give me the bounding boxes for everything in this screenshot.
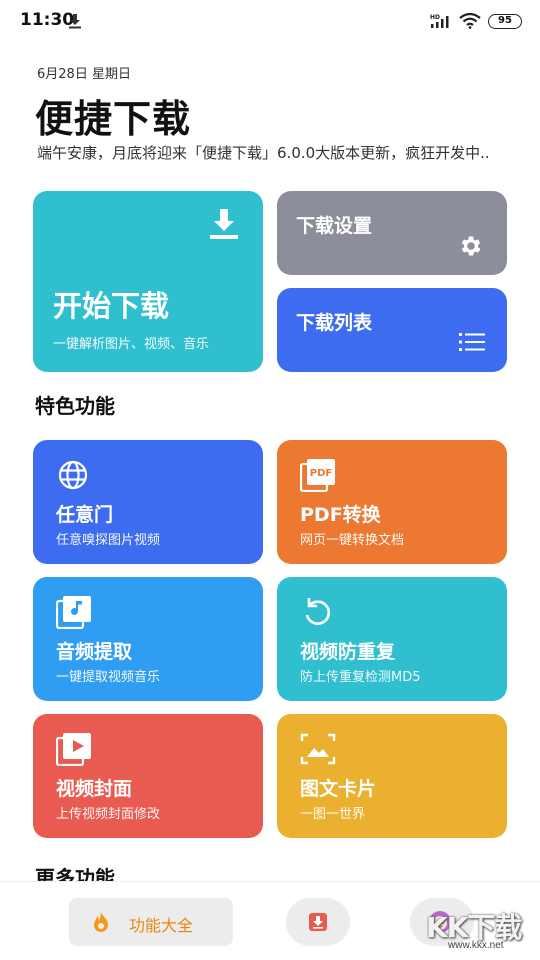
globe-icon — [56, 458, 90, 496]
feature-card-anydoor[interactable]: 任意门 任意嗅探图片视频 — [33, 440, 263, 564]
watermark: KK下载 www.kkx.net — [420, 906, 538, 951]
watermark-url: www.kkx.net — [448, 940, 504, 951]
status-bar: 11:30 HD 95 — [0, 0, 540, 44]
card-subtitle: 一图一世界 — [300, 807, 366, 822]
svg-text:HD: HD — [430, 14, 440, 21]
card-subtitle: 一键提取视频音乐 — [56, 670, 161, 685]
svg-text:PDF: PDF — [310, 468, 332, 479]
card-title: 任意门 — [56, 504, 114, 526]
card-subtitle: 任意嗅探图片视频 — [56, 533, 161, 548]
gear-icon — [458, 233, 484, 263]
card-title: 图文卡片 — [300, 778, 377, 800]
card-title: PDF转换 — [300, 504, 381, 526]
announcement-text: 端午安康，月底将迎来「便捷下载」6.0.0大版本更新，疯狂开发中.. — [37, 144, 490, 162]
feature-card-image-card[interactable]: 图文卡片 一图一世界 — [277, 714, 507, 838]
pdf-icon: PDF — [299, 458, 336, 496]
refresh-icon — [300, 595, 334, 633]
date-label: 6月28日 星期日 — [37, 67, 131, 82]
download-status-icon — [66, 12, 84, 30]
card-title: 下载设置 — [296, 215, 373, 237]
card-title: 开始下载 — [53, 289, 170, 323]
card-subtitle: 防上传重复检测MD5 — [300, 670, 421, 685]
fire-icon — [91, 911, 111, 937]
tab-all-features[interactable]: 功能大全 — [69, 898, 233, 946]
feature-card-video-cover[interactable]: 视频封面 上传视频封面修改 — [33, 714, 263, 838]
image-icon — [300, 732, 336, 770]
card-subtitle: 网页一键转换文档 — [300, 533, 405, 548]
music-library-icon — [55, 595, 92, 633]
wifi-icon — [458, 12, 482, 33]
tab-downloads[interactable] — [286, 898, 350, 946]
page-title: 便捷下载 — [35, 97, 192, 141]
signal-icon: HD — [430, 13, 454, 33]
card-title: 视频防重复 — [300, 641, 396, 663]
start-download-card[interactable]: 开始下载 一键解析图片、视频、音乐 — [33, 191, 263, 372]
list-icon — [458, 330, 486, 358]
video-library-icon — [55, 732, 92, 770]
tab-label: 功能大全 — [129, 916, 194, 935]
feature-card-pdf[interactable]: PDF PDF转换 网页一键转换文档 — [277, 440, 507, 564]
card-title: 视频封面 — [56, 778, 133, 800]
download-box-icon — [308, 912, 328, 936]
feature-card-video-dedupe[interactable]: 视频防重复 防上传重复检测MD5 — [277, 577, 507, 701]
download-icon — [207, 207, 241, 245]
download-list-card[interactable]: 下载列表 — [277, 288, 507, 372]
download-settings-card[interactable]: 下载设置 — [277, 191, 507, 275]
card-title: 下载列表 — [296, 312, 373, 334]
card-subtitle: 上传视频封面修改 — [56, 807, 161, 822]
card-subtitle: 一键解析图片、视频、音乐 — [53, 337, 210, 352]
feature-card-audio-extract[interactable]: 音频提取 一键提取视频音乐 — [33, 577, 263, 701]
battery-icon: 95 — [488, 14, 522, 29]
card-title: 音频提取 — [56, 641, 133, 663]
section-title-features: 特色功能 — [35, 394, 115, 418]
